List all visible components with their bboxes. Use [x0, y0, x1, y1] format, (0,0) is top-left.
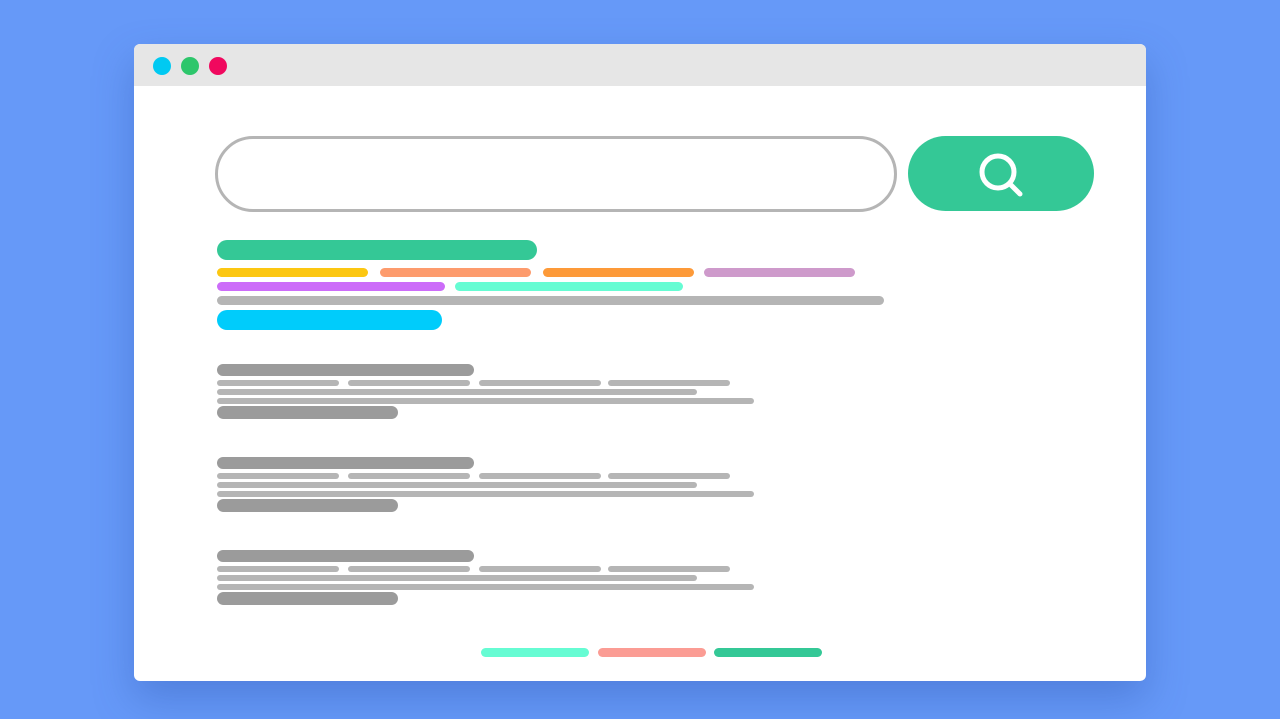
pagination-page-2[interactable]: [598, 648, 706, 657]
search-button[interactable]: [908, 136, 1094, 211]
tag-salmon[interactable]: [380, 268, 531, 277]
result-snippet-line: [217, 398, 754, 404]
tag-purple[interactable]: [217, 282, 445, 291]
result-url[interactable]: [217, 406, 398, 419]
result-snippet-line: [217, 389, 697, 395]
pagination-page-3[interactable]: [714, 648, 822, 657]
traffic-light-maximize[interactable]: [209, 57, 227, 75]
tag-yellow[interactable]: [217, 268, 368, 277]
result-meta-4: [608, 566, 730, 572]
result-meta-4: [608, 380, 730, 386]
tag-mint[interactable]: [455, 282, 683, 291]
browser-window: [134, 44, 1146, 681]
traffic-light-close[interactable]: [153, 57, 171, 75]
search-icon: [979, 153, 1023, 197]
result-meta-1: [217, 566, 339, 572]
result-title[interactable]: [217, 550, 474, 562]
featured-result-snippet: [217, 296, 884, 305]
featured-result-link[interactable]: [217, 310, 442, 330]
result-meta-3: [479, 566, 601, 572]
result-snippet-line: [217, 584, 754, 590]
result-url[interactable]: [217, 499, 398, 512]
tag-orange[interactable]: [543, 268, 694, 277]
title-bar: [134, 44, 1146, 86]
featured-result-title[interactable]: [217, 240, 537, 260]
result-meta-4: [608, 473, 730, 479]
result-snippet-line: [217, 491, 754, 497]
result-meta-1: [217, 473, 339, 479]
result-title[interactable]: [217, 364, 474, 376]
pagination-page-1[interactable]: [481, 648, 589, 657]
result-meta-3: [479, 380, 601, 386]
result-meta-2: [348, 566, 470, 572]
result-url[interactable]: [217, 592, 398, 605]
search-input[interactable]: [215, 136, 897, 212]
tag-lilac[interactable]: [704, 268, 855, 277]
result-snippet-line: [217, 482, 697, 488]
result-title[interactable]: [217, 457, 474, 469]
result-meta-3: [479, 473, 601, 479]
traffic-light-minimize[interactable]: [181, 57, 199, 75]
result-meta-2: [348, 380, 470, 386]
result-meta-2: [348, 473, 470, 479]
result-meta-1: [217, 380, 339, 386]
result-snippet-line: [217, 575, 697, 581]
